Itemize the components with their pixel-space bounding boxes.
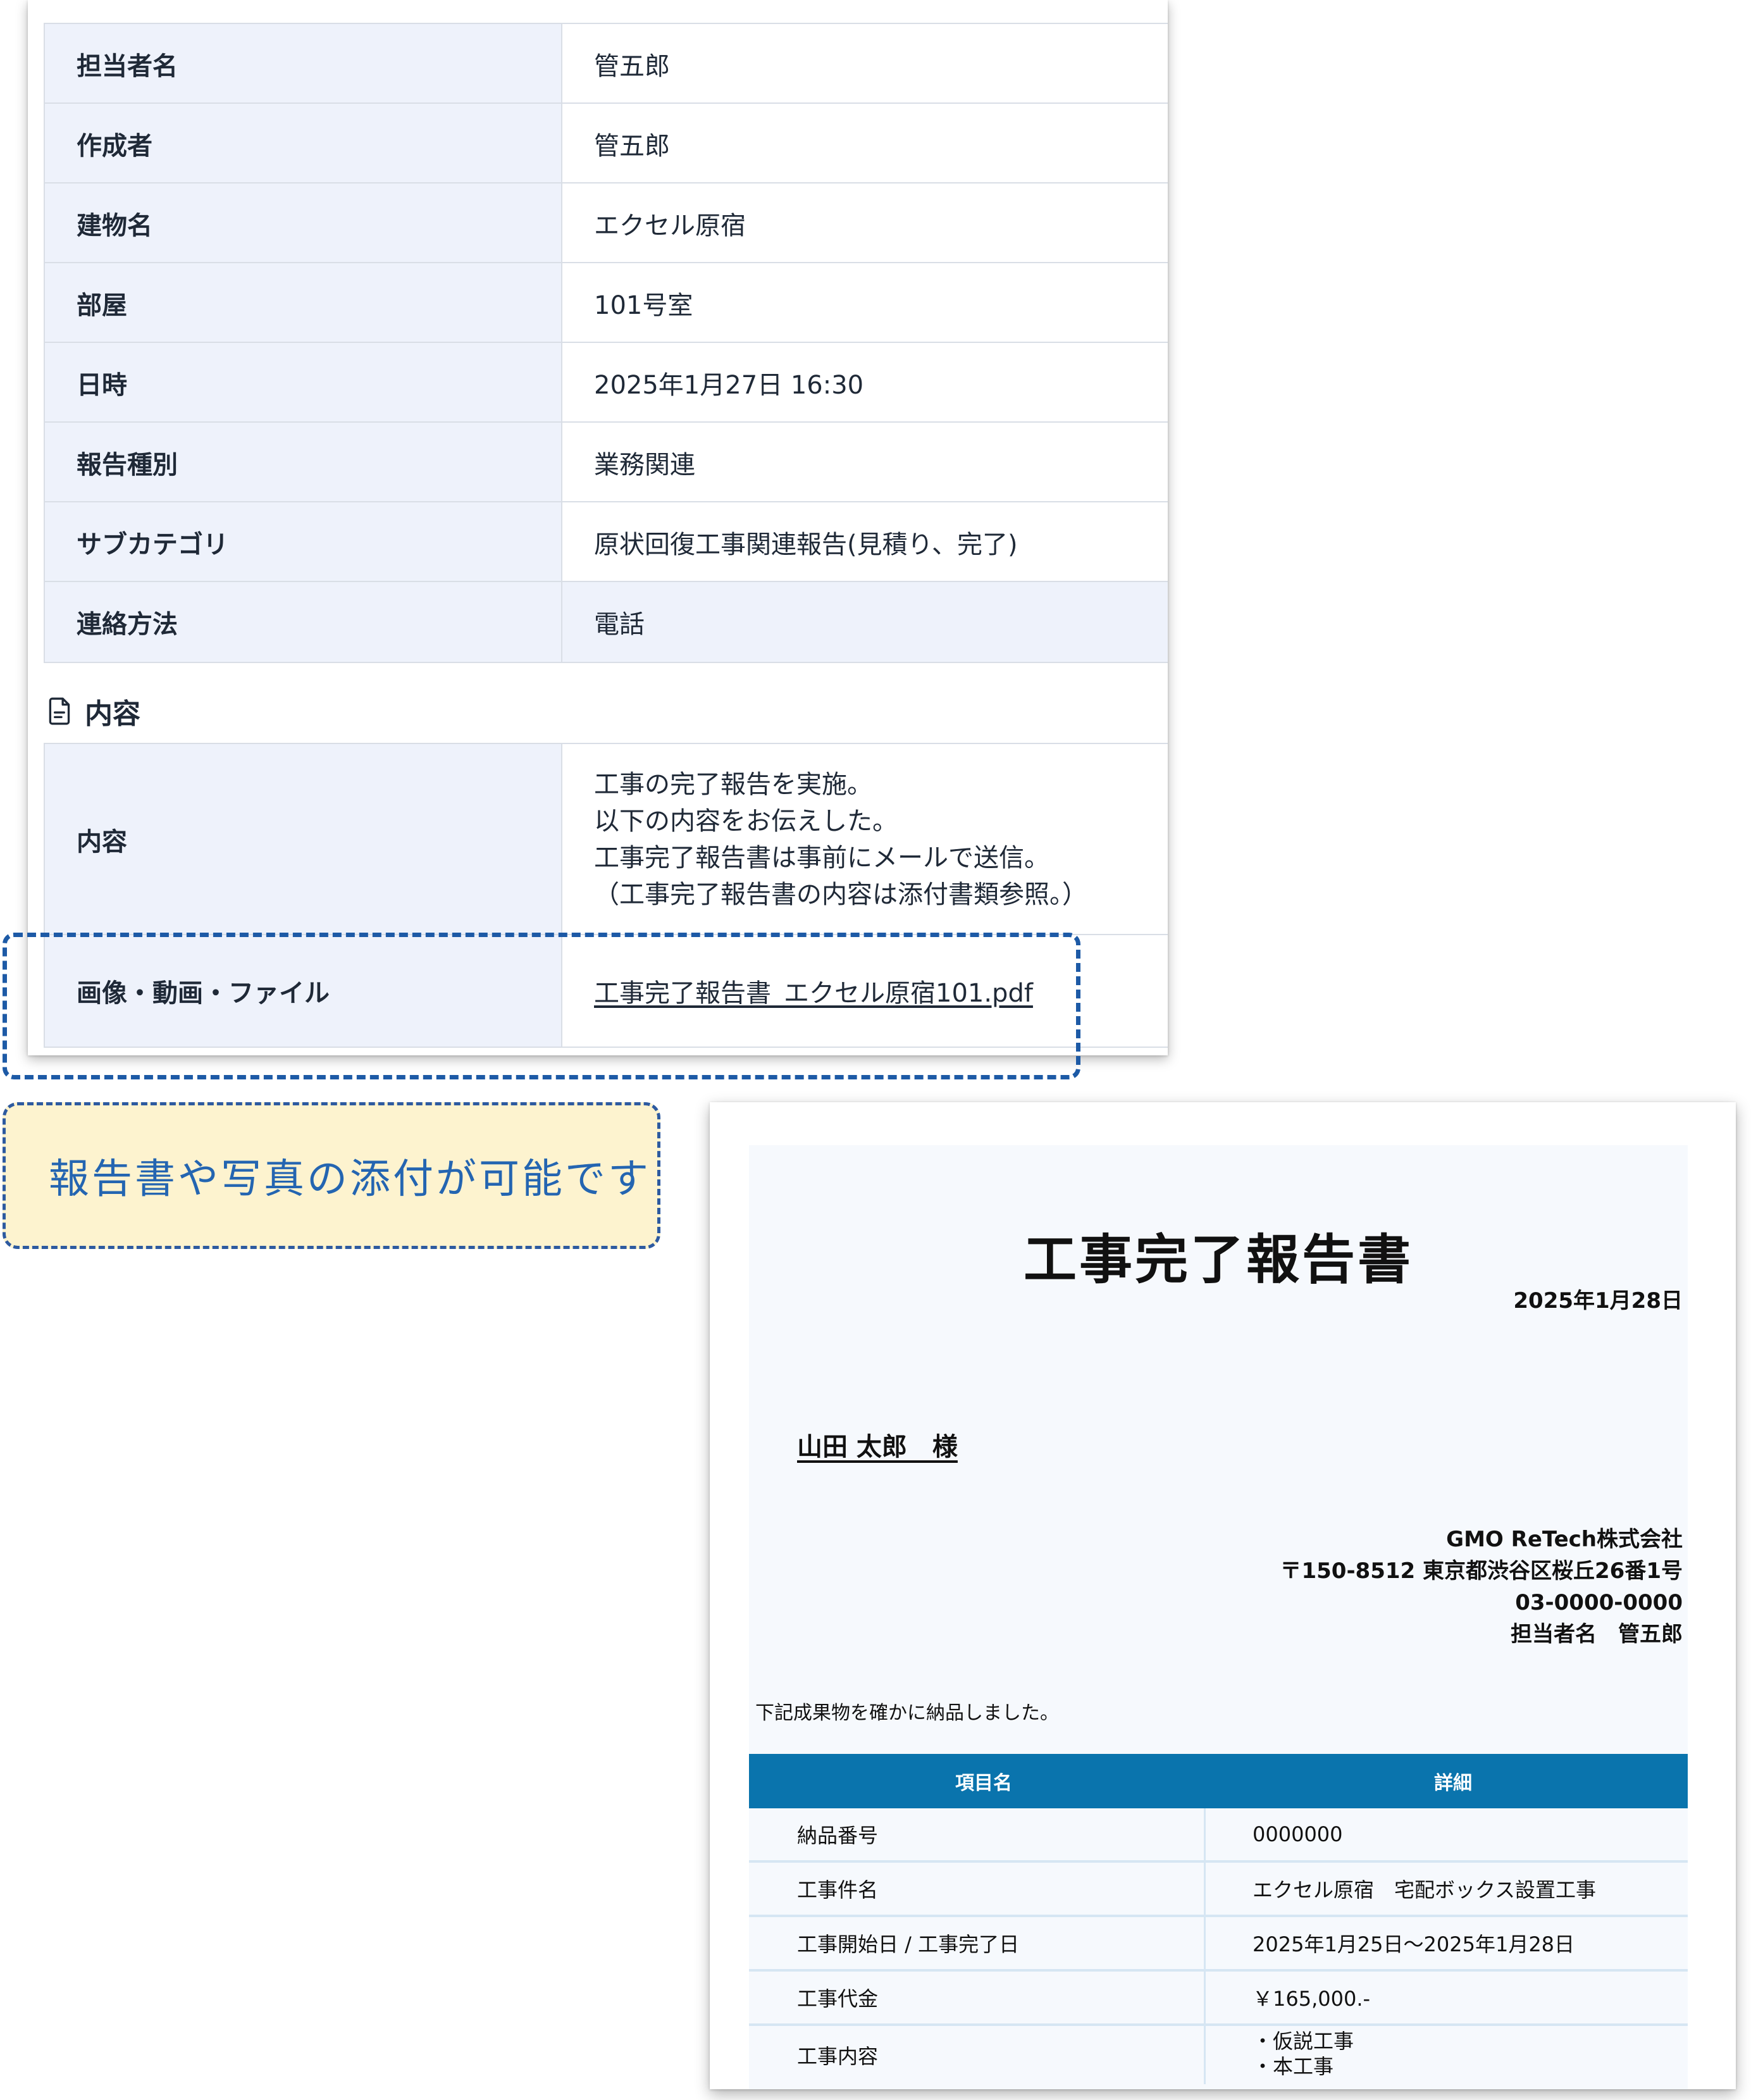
detail-value: 101号室 <box>594 291 693 320</box>
header-item: 項目名 <box>955 1772 1012 1794</box>
detail-row-building: 建物名 エクセル原宿 <box>44 182 1168 263</box>
report-detail-card: 担当者名 管五郎 作成者 管五郎 建物名 エクセル原宿 部屋 101号室 日時 … <box>28 0 1168 1055</box>
table-row: 納品番号 0000000 <box>749 1808 1688 1863</box>
section-title-text: 内容 <box>85 698 140 730</box>
attachment-highlight-box <box>3 933 1080 1079</box>
detail-row-report-type: 報告種別 業務関連 <box>44 421 1168 502</box>
report-sender: GMO ReTech株式会社 〒150-8512 東京都渋谷区桜丘26番1号 0… <box>1280 1524 1683 1650</box>
detail-value: 管五郎 <box>594 52 670 81</box>
detail-label: 報告種別 <box>44 423 562 502</box>
sender-address: 〒150-8512 東京都渋谷区桜丘26番1号 <box>1280 1558 1683 1584</box>
table-row: 工事内容 ・仮説工事 ・本工事 <box>749 2026 1688 2084</box>
detail-label: 担当者名 <box>44 24 562 104</box>
detail-value: 電話 <box>562 582 1168 662</box>
table-cell-item: 工事開始日 / 工事完了日 <box>749 1917 1206 1969</box>
detail-row-assignee: 担当者名 管五郎 <box>44 23 1168 104</box>
content-line: 以下の内容をお伝えした。 <box>594 807 898 836</box>
detail-label: 建物名 <box>44 183 562 263</box>
detail-value: 原状回復工事関連報告(見積り、完了) <box>594 530 1018 559</box>
table-cell-item: 納品番号 <box>749 1808 1206 1860</box>
table-cell-detail: ￥165,000.- <box>1253 1987 1371 2011</box>
header-detail: 詳細 <box>1434 1772 1472 1794</box>
table-cell-detail: 0000000 <box>1253 1822 1343 1846</box>
report-document-preview: 工事完了報告書 2025年1月28日 山田 太郎 様 GMO ReTech株式会… <box>710 1102 1736 2089</box>
report-intro: 下記成果物を確かに納品しました。 <box>755 1702 1059 1724</box>
document-icon <box>49 697 70 725</box>
work-content-line: ・仮説工事 <box>1253 2029 1354 2053</box>
detail-label: 作成者 <box>44 104 562 183</box>
detail-label: 部屋 <box>44 263 562 343</box>
detail-label: 内容 <box>44 744 562 935</box>
report-table-header: 項目名 詳細 <box>749 1754 1688 1808</box>
sender-person: 担当者名 管五郎 <box>1511 1622 1683 1647</box>
detail-label: 連絡方法 <box>44 582 562 662</box>
detail-row-datetime: 日時 2025年1月27日 16:30 <box>44 342 1168 423</box>
report-page: 工事完了報告書 2025年1月28日 山田 太郎 様 GMO ReTech株式会… <box>749 1145 1688 2089</box>
sender-company: GMO ReTech株式会社 <box>1446 1527 1683 1552</box>
report-date: 2025年1月28日 <box>1513 1288 1683 1314</box>
detail-label: サブカテゴリ <box>44 502 562 582</box>
work-content-line: ・本工事 <box>1253 2054 1334 2078</box>
content-line: 工事完了報告書は事前にメールで送信。 <box>594 843 1049 873</box>
detail-value: 管五郎 <box>594 132 670 161</box>
detail-row-content: 内容 工事の完了報告を実施。 以下の内容をお伝えした。 工事完了報告書は事前にメ… <box>44 743 1168 935</box>
detail-row-author: 作成者 管五郎 <box>44 103 1168 183</box>
report-table: 項目名 詳細 納品番号 0000000 工事件名 エクセル原宿 宅配ボックス設置… <box>749 1754 1688 2084</box>
table-cell-detail: エクセル原宿 宅配ボックス設置工事 <box>1253 1878 1597 1902</box>
table-cell-item: 工事内容 <box>749 2026 1206 2084</box>
table-row: 工事開始日 / 工事完了日 2025年1月25日～2025年1月28日 <box>749 1917 1688 1972</box>
content-section-title: 内容 <box>44 691 140 731</box>
detail-value: 業務関連 <box>594 450 695 480</box>
table-cell-detail: 2025年1月25日～2025年1月28日 <box>1253 1932 1575 1956</box>
table-cell-detail: ・仮説工事 ・本工事 <box>1206 2026 1688 2084</box>
table-row: 工事件名 エクセル原宿 宅配ボックス設置工事 <box>749 1863 1688 1917</box>
report-title: 工事完了報告書 <box>1023 1229 1413 1291</box>
content-line: （工事完了報告書の内容は添付書類参照。） <box>594 880 1087 909</box>
detail-row-contact-method: 連絡方法 電話 <box>44 581 1168 663</box>
table-row: 工事代金 ￥165,000.- <box>749 1972 1688 2026</box>
content-text: 工事の完了報告を実施。 以下の内容をお伝えした。 工事完了報告書は事前にメールで… <box>562 744 1168 935</box>
detail-row-room: 部屋 101号室 <box>44 262 1168 343</box>
callout-note: 報告書や写真の添付が可能です <box>3 1102 660 1249</box>
report-addressee: 山田 太郎 様 <box>797 1432 958 1462</box>
detail-value: 2025年1月27日 16:30 <box>594 371 864 400</box>
detail-value: エクセル原宿 <box>594 211 746 240</box>
table-cell-item: 工事件名 <box>749 1863 1206 1915</box>
table-cell-item: 工事代金 <box>749 1972 1206 2023</box>
sender-phone: 03-0000-0000 <box>1515 1590 1683 1615</box>
detail-row-subcategory: サブカテゴリ 原状回復工事関連報告(見積り、完了) <box>44 501 1168 582</box>
content-line: 工事の完了報告を実施。 <box>594 770 872 799</box>
detail-label: 日時 <box>44 343 562 423</box>
